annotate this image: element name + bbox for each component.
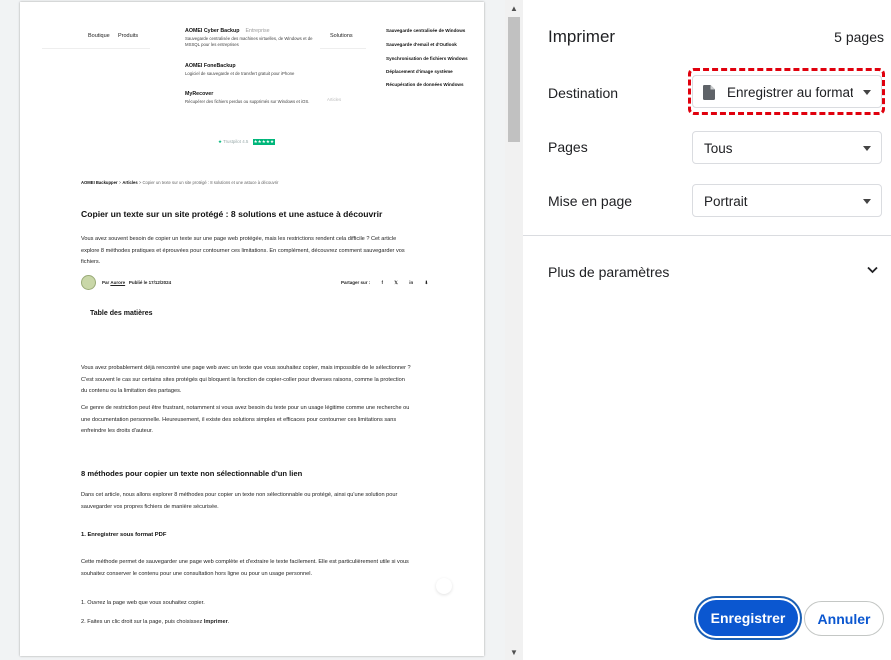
share-label: Partager sur : bbox=[341, 280, 371, 285]
chevron-down-icon bbox=[863, 199, 871, 204]
article-paragraph: Vous avez probablement déjà rencontré un… bbox=[81, 365, 411, 395]
layout-label: Mise en page bbox=[548, 193, 633, 209]
destination-value: Enregistrer au format PDF bbox=[727, 85, 853, 100]
nav-divider bbox=[320, 48, 366, 49]
breadcrumb: AOMEI Backupper > Articles > Copier un t… bbox=[81, 180, 278, 185]
scroll-up-arrow-icon[interactable]: ▲ bbox=[505, 0, 523, 16]
facebook-icon: f bbox=[381, 280, 384, 285]
more-settings-toggle[interactable]: Plus de paramètres bbox=[548, 264, 669, 280]
nav-articles: Articles bbox=[327, 97, 342, 102]
nav-produits: Produits bbox=[118, 33, 139, 39]
solution-item: Sauvegarde centralisée de Windows bbox=[386, 28, 466, 33]
chevron-down-icon bbox=[863, 146, 871, 151]
product-title: AOMEI Cyber Backup Entreprise bbox=[185, 28, 270, 34]
destination-select[interactable]: Enregistrer au format PDF bbox=[692, 75, 882, 108]
avatar bbox=[81, 275, 96, 290]
print-settings-panel: Imprimer 5 pages Destination Enregistrer… bbox=[523, 0, 891, 660]
page-count: 5 pages bbox=[834, 29, 884, 45]
print-preview: Boutique Produits Solutions Articles AOM… bbox=[0, 0, 505, 660]
save-button[interactable]: Enregistrer bbox=[698, 600, 798, 636]
file-icon bbox=[703, 85, 715, 100]
trustpilot-score: 4.5 bbox=[242, 139, 249, 144]
step-text-end: . bbox=[227, 619, 230, 625]
article-step: 1. Ouvrez la page web que vous souhaitez… bbox=[81, 600, 205, 606]
author-name: Aurore bbox=[110, 280, 126, 285]
product-tag: Entreprise bbox=[245, 28, 270, 34]
publish-date: Publié le 17/12/2024 bbox=[128, 280, 172, 285]
layout-select[interactable]: Portrait bbox=[692, 184, 882, 217]
chevron-down-icon[interactable] bbox=[867, 266, 878, 274]
step-text: 2. Faites un clic droit sur la page, pui… bbox=[81, 619, 204, 625]
section-heading: 8 méthodes pour copier un texte non séle… bbox=[81, 469, 303, 478]
trustpilot-label: Trustpilot bbox=[223, 139, 241, 144]
chevron-down-icon bbox=[863, 90, 871, 95]
dialog-title: Imprimer bbox=[548, 27, 616, 46]
product-desc: Logiciel de sauvegarde et de transfert g… bbox=[185, 71, 295, 76]
solution-item: Récupération de données Windows bbox=[386, 82, 464, 87]
x-icon: 𝕏 bbox=[394, 280, 398, 285]
breadcrumb-section: Articles bbox=[122, 180, 138, 185]
author-by: Par bbox=[102, 280, 110, 285]
layout-value: Portrait bbox=[704, 194, 748, 209]
product-name: AOMEI Cyber Backup bbox=[185, 28, 240, 34]
nav-solutions: Solutions bbox=[330, 33, 353, 39]
destination-label: Destination bbox=[548, 85, 619, 101]
product-title: AOMEI FoneBackup bbox=[185, 63, 236, 69]
trustpilot-badge: ★ Trustpilot 4.5 ★★★★★ bbox=[218, 139, 276, 145]
cancel-button[interactable]: Annuler bbox=[804, 601, 884, 636]
preview-page: Boutique Produits Solutions Articles AOM… bbox=[20, 2, 484, 656]
article-paragraph: Ce genre de restriction peut être frustr… bbox=[81, 405, 410, 435]
article-paragraph: Cette méthode permet de sauvegarder une … bbox=[81, 559, 409, 577]
pages-label: Pages bbox=[548, 139, 588, 155]
star-icon: ★ bbox=[218, 139, 222, 144]
product-desc: Sauvegarde centralisée des machines virt… bbox=[185, 36, 313, 47]
nav-boutique: Boutique bbox=[88, 33, 110, 39]
solution-item: Déplacement d'image système bbox=[386, 69, 453, 74]
scroll-thumb[interactable] bbox=[508, 17, 520, 142]
article-intro: Vous avez souvent besoin de copier un te… bbox=[81, 236, 405, 266]
share-bar: Partager sur : f 𝕏 in ⬇ bbox=[341, 280, 428, 286]
article-paragraph: Dans cet article, nous allons explorer 8… bbox=[81, 492, 398, 510]
table-of-contents-title: Table des matières bbox=[90, 310, 153, 317]
pages-select[interactable]: Tous bbox=[692, 131, 882, 164]
solution-item: Synchronisation de fichiers Windows bbox=[386, 56, 468, 61]
article-title: Copier un texte sur un site protégé : 8 … bbox=[81, 209, 383, 219]
floating-button bbox=[436, 578, 452, 594]
section-divider bbox=[523, 235, 891, 236]
linkedin-icon: in bbox=[409, 280, 414, 285]
author-row: Par Aurore Publié le 17/12/2024 Partager… bbox=[81, 275, 428, 291]
scroll-down-arrow-icon[interactable]: ▼ bbox=[505, 644, 523, 660]
author-meta: Par Aurore Publié le 17/12/2024 bbox=[102, 280, 171, 285]
subsection-heading: 1. Enregistrer sous format PDF bbox=[81, 532, 167, 538]
product-title: MyRecover bbox=[185, 91, 214, 97]
step-bold-text: Imprimer bbox=[203, 619, 228, 625]
pages-value: Tous bbox=[704, 141, 733, 156]
product-desc: Récupérer des fichiers perdus ou supprim… bbox=[185, 99, 310, 104]
breadcrumb-current: Copier un texte sur un site protégé : 8 … bbox=[142, 180, 279, 185]
article-step: 2. Faites un clic droit sur la page, pui… bbox=[81, 617, 411, 629]
rating-stars: ★★★★★ bbox=[252, 139, 276, 145]
preview-scrollbar[interactable]: ▲ ▼ bbox=[505, 0, 523, 660]
breadcrumb-root: AOMEI Backupper bbox=[81, 180, 118, 185]
nav-divider bbox=[42, 48, 150, 49]
reddit-icon: ⬇ bbox=[424, 280, 429, 285]
solution-item: Sauvegarde d'email et d'Outlook bbox=[386, 42, 457, 47]
